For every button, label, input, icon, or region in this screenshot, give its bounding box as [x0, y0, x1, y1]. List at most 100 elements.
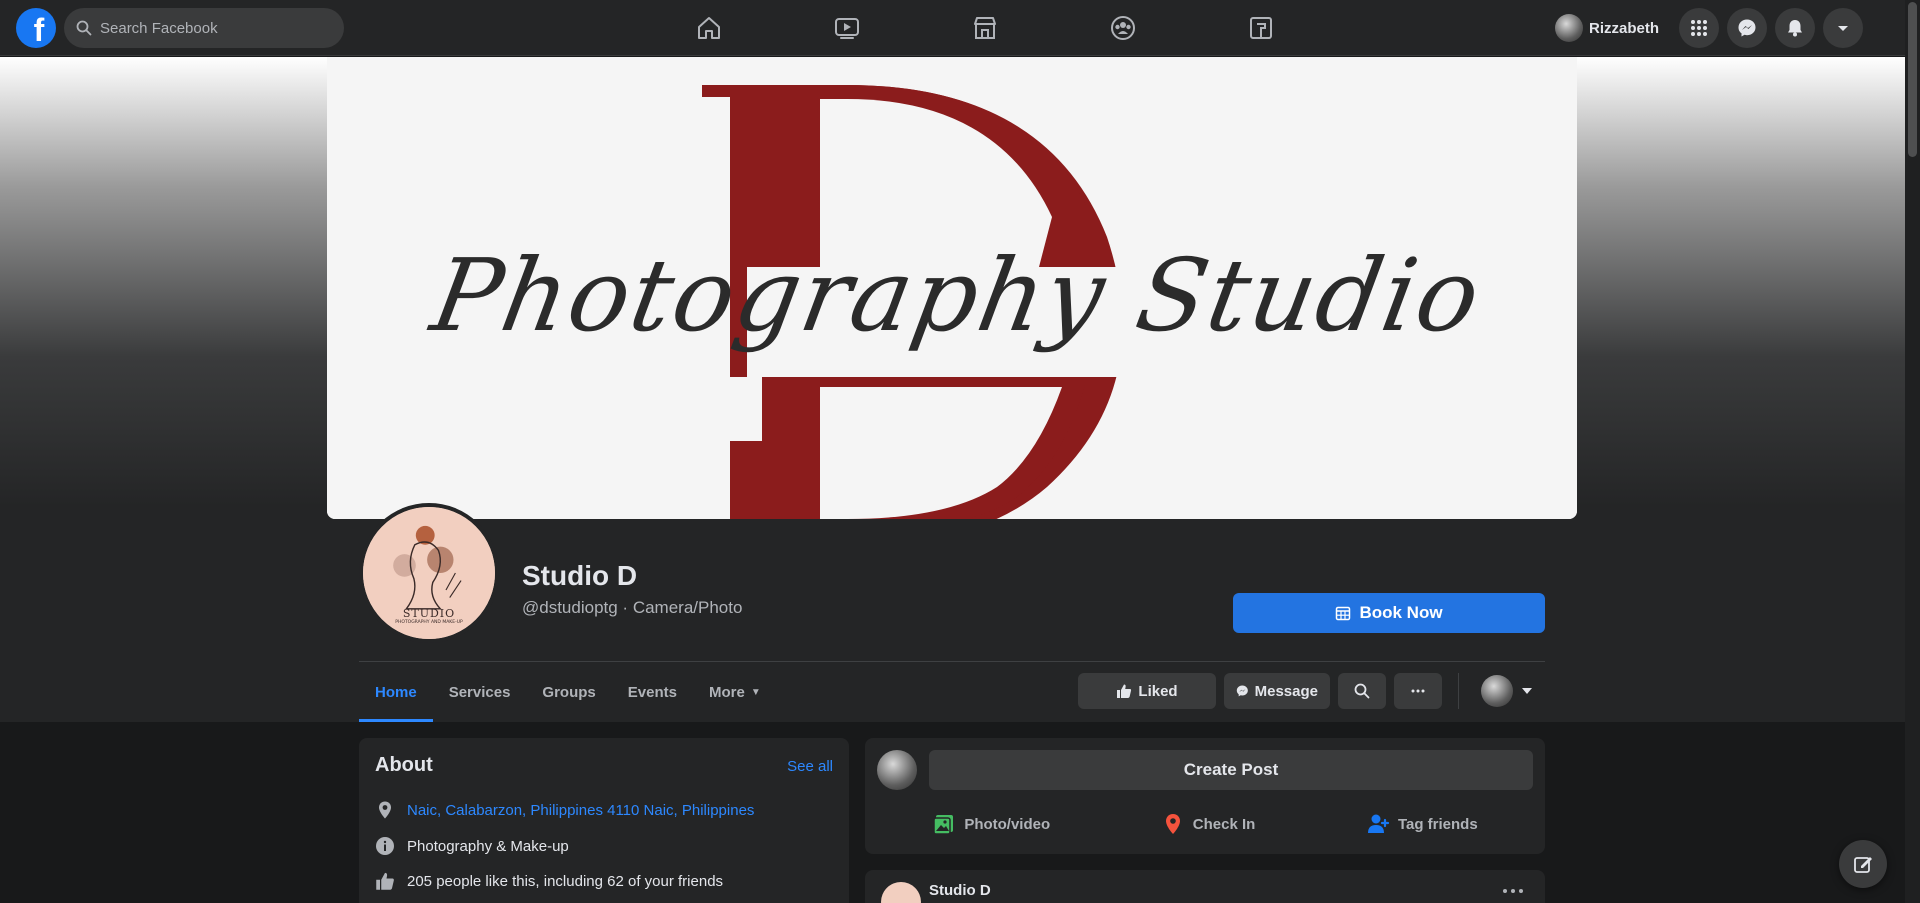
- photo-video-label: Photo/video: [964, 815, 1051, 833]
- notifications-button[interactable]: [1775, 8, 1815, 48]
- new-message-button[interactable]: [1839, 840, 1887, 888]
- tab-home[interactable]: Home: [359, 662, 433, 722]
- notifications-icon: [1788, 20, 1802, 37]
- account-caret-icon: [1838, 26, 1848, 31]
- create-post-actions: Photo/video Check In Tag friends: [877, 804, 1533, 844]
- search-icon: [1354, 683, 1370, 699]
- nav-marketplace[interactable]: [916, 0, 1054, 56]
- tag-friends-icon: [1367, 814, 1390, 833]
- chevron-down-icon: ▼: [750, 686, 761, 698]
- tab-events[interactable]: Events: [612, 662, 693, 722]
- nav-home[interactable]: [640, 0, 778, 56]
- topbar-right: Rizzabeth: [1551, 8, 1863, 48]
- tab-label: Events: [627, 683, 677, 701]
- profile-shortcut[interactable]: Rizzabeth: [1551, 8, 1671, 48]
- thumbs-up-icon: [1117, 684, 1132, 698]
- watch-icon: [835, 18, 859, 39]
- thumbs-up-icon: [376, 872, 394, 890]
- chevron-down-icon: [1522, 688, 1532, 694]
- post-card: Studio D: [865, 870, 1545, 903]
- search-input[interactable]: [100, 19, 320, 37]
- profile-picture[interactable]: STUDIO PHOTOGRAPHY AND MAKE-UP: [359, 503, 499, 643]
- about-card: About See all Naic, Calabarzon, Philippi…: [359, 738, 849, 903]
- nav-watch[interactable]: [778, 0, 916, 56]
- info-icon: [376, 837, 394, 855]
- menu-grid-icon: [1691, 20, 1707, 36]
- check-in-button[interactable]: Check In: [1141, 804, 1276, 844]
- search-page-button[interactable]: [1338, 673, 1386, 709]
- avatar: [1554, 14, 1583, 42]
- likes-text: 205 people like this, including 62 of yo…: [407, 872, 724, 890]
- user-name: Rizzabeth: [1588, 19, 1659, 37]
- check-in-label: Check In: [1192, 815, 1256, 833]
- main-nav: [640, 0, 1330, 56]
- tag-friends-button[interactable]: Tag friends: [1346, 804, 1498, 844]
- tab-label: Home: [375, 683, 417, 701]
- avatar[interactable]: [881, 882, 921, 903]
- more-icon: [1411, 689, 1425, 693]
- gaming-icon: [1250, 17, 1272, 39]
- photo-icon: [933, 815, 954, 835]
- compose-icon: [1854, 857, 1872, 873]
- page-tabs: Home Services Groups Events More ▼: [359, 662, 777, 722]
- marketplace-icon: [974, 17, 996, 39]
- facebook-logo[interactable]: f: [16, 8, 56, 48]
- location-link[interactable]: Naic, Calabarzon, Philippines 4110 Naic,…: [407, 802, 754, 819]
- about-location-row: Naic, Calabarzon, Philippines 4110 Naic,…: [375, 800, 754, 820]
- about-category-row: Photography & Make-up: [375, 836, 569, 856]
- more-icon: [1503, 889, 1523, 893]
- cover-photo[interactable]: Photography Studio: [327, 57, 1577, 519]
- page-actions: Liked Message: [1078, 673, 1539, 709]
- more-options-button[interactable]: [1394, 673, 1442, 709]
- message-button[interactable]: Message: [1224, 673, 1330, 709]
- message-label: Message: [1254, 682, 1318, 700]
- liked-label: Liked: [1138, 682, 1178, 700]
- messenger-button[interactable]: [1727, 8, 1767, 48]
- post-author[interactable]: Studio D: [929, 882, 991, 899]
- search-icon: [76, 20, 92, 36]
- avatar: [877, 750, 917, 790]
- create-post-button[interactable]: Create Post: [929, 750, 1533, 790]
- location-pin-icon: [379, 801, 391, 819]
- tab-more[interactable]: More ▼: [693, 662, 777, 722]
- page-handle-category: @dstudioptg · Camera/Photo: [522, 598, 743, 617]
- actions-divider: [1458, 673, 1459, 709]
- menu-button[interactable]: [1679, 8, 1719, 48]
- calendar-icon: [1336, 606, 1351, 621]
- tab-label: Services: [448, 683, 511, 701]
- messenger-icon: [1236, 685, 1248, 697]
- page-title: Studio D: [522, 560, 638, 591]
- search-box[interactable]: [64, 8, 344, 48]
- page-scrollbar[interactable]: [1905, 0, 1920, 903]
- photo-video-button[interactable]: Photo/video: [912, 804, 1070, 844]
- see-all-link[interactable]: See all: [787, 758, 833, 775]
- about-likes-row: 205 people like this, including 62 of yo…: [375, 871, 723, 891]
- account-button[interactable]: [1823, 8, 1863, 48]
- about-title: About: [375, 754, 433, 776]
- profile-pic-subtext: PHOTOGRAPHY AND MAKE-UP: [395, 620, 463, 625]
- nav-gaming[interactable]: [1192, 0, 1330, 56]
- book-now-button[interactable]: Book Now: [1233, 593, 1545, 633]
- create-post-card: Create Post Photo/video Check In Tag fri…: [865, 738, 1545, 854]
- tab-label: More: [708, 683, 745, 701]
- location-pin-icon: [1165, 814, 1180, 834]
- scrollbar-thumb[interactable]: [1908, 2, 1917, 157]
- nav-groups[interactable]: [1054, 0, 1192, 56]
- tab-groups[interactable]: Groups: [526, 662, 611, 722]
- tab-services[interactable]: Services: [433, 662, 527, 722]
- avatar: [1481, 675, 1513, 707]
- home-icon: [698, 17, 720, 39]
- messenger-icon: [1738, 19, 1756, 37]
- book-now-label: Book Now: [1359, 603, 1443, 622]
- liked-button[interactable]: Liked: [1078, 673, 1216, 709]
- top-navigation-bar: f Rizzabeth: [0, 0, 1905, 56]
- facebook-logo-letter: f: [33, 12, 45, 48]
- category-text: Photography & Make-up: [407, 837, 569, 855]
- cover-script-text: Photography Studio: [423, 237, 1491, 354]
- groups-icon: [1111, 16, 1135, 40]
- tag-friends-label: Tag friends: [1397, 815, 1478, 833]
- tab-label: Groups: [542, 683, 596, 701]
- profile-pic-text: STUDIO: [402, 607, 456, 620]
- page-voice-switcher[interactable]: [1475, 673, 1539, 709]
- post-more-options[interactable]: [1501, 878, 1525, 901]
